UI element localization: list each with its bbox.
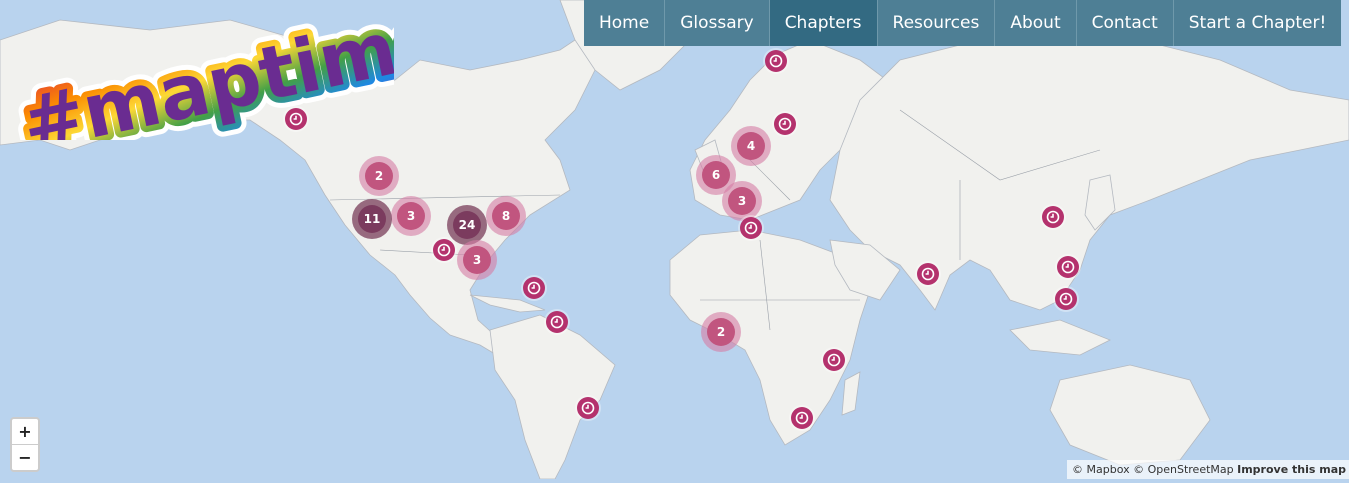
clock-icon bbox=[827, 353, 841, 367]
zoom-control: + − bbox=[10, 417, 40, 472]
clock-icon bbox=[921, 267, 935, 281]
chapter-pin[interactable] bbox=[523, 277, 545, 299]
osm-attribution-link[interactable]: © OpenStreetMap bbox=[1133, 463, 1234, 476]
cluster-marker[interactable]: 2 bbox=[359, 156, 399, 196]
maptime-logo: #maptime! #maptime! #maptime! bbox=[4, 2, 394, 140]
clock-icon bbox=[527, 281, 541, 295]
cluster-marker[interactable]: 24 bbox=[447, 205, 487, 245]
cluster-count: 3 bbox=[397, 202, 425, 230]
cluster-count: 2 bbox=[365, 162, 393, 190]
cluster-count: 3 bbox=[463, 246, 491, 274]
chapter-pin[interactable] bbox=[433, 239, 455, 261]
chapter-pin[interactable] bbox=[285, 108, 307, 130]
chapter-pin[interactable] bbox=[546, 311, 568, 333]
nav-chapters[interactable]: Chapters bbox=[769, 0, 878, 46]
cluster-count: 8 bbox=[492, 202, 520, 230]
clock-icon bbox=[1059, 292, 1073, 306]
clock-icon bbox=[437, 243, 451, 257]
clock-icon bbox=[795, 411, 809, 425]
nav-contact[interactable]: Contact bbox=[1077, 0, 1174, 46]
clock-icon bbox=[769, 54, 783, 68]
cluster-count: 24 bbox=[453, 211, 481, 239]
chapter-pin[interactable] bbox=[577, 397, 599, 419]
cluster-count: 4 bbox=[737, 132, 765, 160]
cluster-marker[interactable]: 3 bbox=[457, 240, 497, 280]
cluster-count: 11 bbox=[358, 205, 386, 233]
mapbox-attribution-link[interactable]: © Mapbox bbox=[1072, 463, 1130, 476]
chapter-pin[interactable] bbox=[823, 349, 845, 371]
nav-start-chapter[interactable]: Start a Chapter! bbox=[1174, 0, 1342, 46]
zoom-in-button[interactable]: + bbox=[12, 419, 38, 445]
clock-icon bbox=[1046, 210, 1060, 224]
cluster-count: 2 bbox=[707, 318, 735, 346]
chapter-pin[interactable] bbox=[1055, 288, 1077, 310]
clock-icon bbox=[289, 112, 303, 126]
cluster-marker[interactable]: 2 bbox=[701, 312, 741, 352]
cluster-count: 6 bbox=[702, 161, 730, 189]
chapter-pin[interactable] bbox=[917, 263, 939, 285]
chapter-pin[interactable] bbox=[791, 407, 813, 429]
clock-icon bbox=[778, 117, 792, 131]
cluster-marker[interactable]: 3 bbox=[722, 181, 762, 221]
chapter-pin[interactable] bbox=[1042, 206, 1064, 228]
clock-icon bbox=[744, 221, 758, 235]
clock-icon bbox=[1061, 260, 1075, 274]
nav-resources[interactable]: Resources bbox=[878, 0, 996, 46]
nav-home[interactable]: Home bbox=[584, 0, 666, 46]
improve-map-link[interactable]: Improve this map bbox=[1237, 463, 1346, 476]
main-navigation: Home Glossary Chapters Resources About C… bbox=[584, 0, 1342, 46]
clock-icon bbox=[581, 401, 595, 415]
chapter-pin[interactable] bbox=[740, 217, 762, 239]
cluster-marker[interactable]: 3 bbox=[391, 196, 431, 236]
chapter-pin[interactable] bbox=[765, 50, 787, 72]
cluster-marker[interactable]: 11 bbox=[352, 199, 392, 239]
cluster-marker[interactable]: 8 bbox=[486, 196, 526, 236]
chapter-pin[interactable] bbox=[1057, 256, 1079, 278]
zoom-out-button[interactable]: − bbox=[12, 445, 38, 470]
cluster-count: 3 bbox=[728, 187, 756, 215]
svg-text:#maptime!: #maptime! bbox=[15, 2, 394, 140]
chapter-pin[interactable] bbox=[774, 113, 796, 135]
map-attribution: © Mapbox © OpenStreetMap Improve this ma… bbox=[1067, 460, 1349, 479]
cluster-marker[interactable]: 4 bbox=[731, 126, 771, 166]
nav-glossary[interactable]: Glossary bbox=[665, 0, 770, 46]
nav-about[interactable]: About bbox=[995, 0, 1077, 46]
clock-icon bbox=[550, 315, 564, 329]
